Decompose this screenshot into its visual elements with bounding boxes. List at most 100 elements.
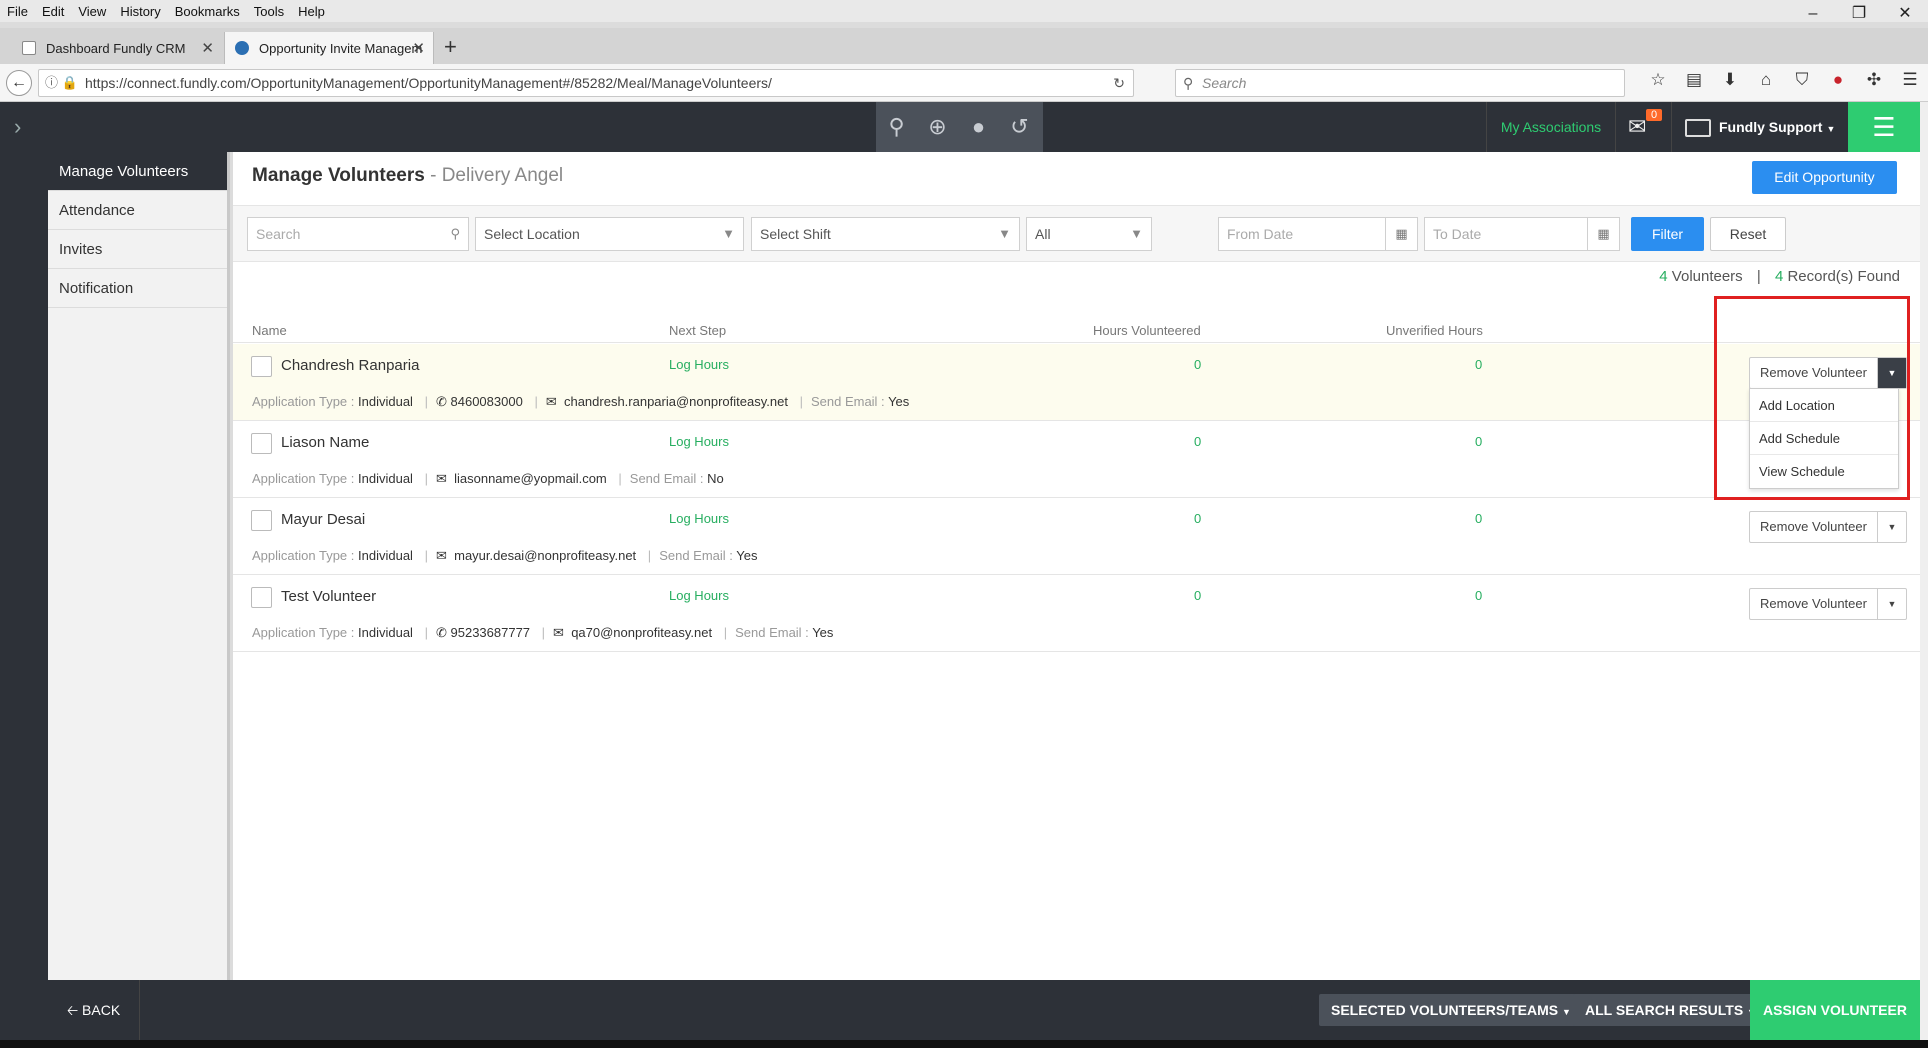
- search-icon: ⚲: [450, 226, 460, 241]
- log-hours-link[interactable]: Log Hours: [669, 588, 729, 603]
- app-type-label: Application Type :: [252, 394, 355, 409]
- calendar-icon[interactable]: ▦: [1385, 218, 1417, 250]
- remove-volunteer-button[interactable]: Remove Volunteer: [1750, 512, 1878, 542]
- pocket-icon[interactable]: ⛉: [1784, 70, 1820, 90]
- sidebar-item-attendance[interactable]: Attendance: [48, 191, 227, 230]
- my-associations-link[interactable]: My Associations: [1486, 102, 1616, 152]
- row-checkbox[interactable]: [251, 510, 272, 531]
- new-tab-icon[interactable]: +: [444, 34, 457, 60]
- assign-volunteer-button[interactable]: ASSIGN VOLUNTEER: [1750, 980, 1920, 1040]
- download-icon[interactable]: ⬇: [1712, 70, 1748, 90]
- menu-view[interactable]: View: [71, 4, 113, 19]
- sidebar-item-notification[interactable]: Notification: [48, 269, 227, 308]
- sidebar-item-manage-volunteers[interactable]: Manage Volunteers: [48, 152, 227, 191]
- shift-select[interactable]: Select Shift ▼: [751, 217, 1020, 251]
- globe-icon: [235, 41, 249, 55]
- meta-divider: |: [424, 394, 428, 409]
- unverified-hours[interactable]: 0: [1475, 357, 1482, 372]
- hours-volunteered[interactable]: 0: [1194, 434, 1201, 449]
- hours-volunteered[interactable]: 0: [1194, 511, 1201, 526]
- log-hours-link[interactable]: Log Hours: [669, 434, 729, 449]
- browser-search-input[interactable]: ⚲ Search: [1175, 69, 1625, 97]
- header-name: Name: [252, 323, 287, 338]
- menu-history[interactable]: History: [113, 4, 167, 19]
- row-checkbox[interactable]: [251, 356, 272, 377]
- filter-button[interactable]: Filter: [1631, 217, 1704, 251]
- menu-icon[interactable]: ☰: [1892, 70, 1928, 90]
- back-arrow-icon[interactable]: ←: [6, 70, 32, 96]
- volunteer-name[interactable]: Liason Name: [281, 434, 369, 451]
- hamburger-menu-icon[interactable]: ☰: [1848, 102, 1920, 152]
- menu-file[interactable]: File: [0, 4, 35, 19]
- menu-help[interactable]: Help: [291, 4, 332, 19]
- close-icon[interactable]: ✕: [201, 39, 214, 57]
- meta-divider: |: [424, 625, 428, 640]
- pinterest-icon[interactable]: ●: [1820, 70, 1856, 90]
- extension-icon[interactable]: ✣: [1856, 70, 1892, 90]
- close-icon[interactable]: ✕: [412, 39, 425, 57]
- reset-button[interactable]: Reset: [1710, 217, 1786, 251]
- user-menu[interactable]: Fundly Support ▼: [1685, 102, 1845, 152]
- search-input[interactable]: Search ⚲: [247, 217, 469, 251]
- page-title-text: Manage Volunteers: [252, 165, 425, 186]
- restore-button[interactable]: ❐: [1836, 0, 1882, 28]
- search-placeholder: Search: [256, 226, 301, 242]
- tab-opportunity[interactable]: Opportunity Invite Managem ✕: [224, 32, 434, 64]
- status-select[interactable]: All ▼: [1026, 217, 1152, 251]
- unverified-hours[interactable]: 0: [1475, 588, 1482, 603]
- star-icon[interactable]: ☆: [1640, 70, 1676, 90]
- location-select[interactable]: Select Location ▼: [475, 217, 744, 251]
- menu-edit[interactable]: Edit: [35, 4, 71, 19]
- history-icon[interactable]: ↺: [999, 102, 1040, 152]
- page-scrollbar[interactable]: [1920, 102, 1928, 1048]
- all-search-results-button[interactable]: ALL SEARCH RESULTS ▼: [1573, 994, 1768, 1026]
- unverified-hours[interactable]: 0: [1475, 434, 1482, 449]
- calendar-icon[interactable]: ▦: [1587, 218, 1619, 250]
- row-checkbox[interactable]: [251, 433, 272, 454]
- search-icon[interactable]: ⚲: [876, 102, 917, 152]
- sidebar-item-invites[interactable]: Invites: [48, 230, 227, 269]
- to-date-input[interactable]: To Date ▦: [1424, 217, 1620, 251]
- hours-volunteered[interactable]: 0: [1194, 588, 1201, 603]
- volunteer-name[interactable]: Test Volunteer: [281, 588, 376, 605]
- log-hours-link[interactable]: Log Hours: [669, 511, 729, 526]
- volunteer-name[interactable]: Mayur Desai: [281, 511, 365, 528]
- volunteers-count: 4: [1659, 268, 1668, 285]
- unverified-hours[interactable]: 0: [1475, 511, 1482, 526]
- menu-tools[interactable]: Tools: [247, 4, 291, 19]
- reader-icon[interactable]: ▤: [1676, 70, 1712, 90]
- page-header: Manage Volunteers - Delivery Angel Edit …: [233, 152, 1920, 206]
- results-summary: 4 Volunteers | 4 Record(s) Found: [1659, 268, 1900, 285]
- tab-dashboard[interactable]: Dashboard Fundly CRM ✕: [12, 32, 222, 64]
- chevron-right-icon[interactable]: ›: [14, 114, 21, 140]
- volunteer-name[interactable]: Chandresh Ranparia: [281, 357, 419, 374]
- caret-down-icon: ▼: [1826, 124, 1836, 134]
- header-next-step: Next Step: [669, 323, 727, 338]
- from-date-input[interactable]: From Date ▦: [1218, 217, 1418, 251]
- menu-bookmarks[interactable]: Bookmarks: [168, 4, 247, 19]
- selected-volunteers-button[interactable]: SELECTED VOLUNTEERS/TEAMS ▼: [1319, 994, 1583, 1026]
- mail-button[interactable]: ✉ 0: [1616, 102, 1672, 152]
- caret-down-icon[interactable]: ▼: [1878, 512, 1906, 542]
- remove-volunteer-split-button: Remove Volunteer ▼: [1749, 511, 1907, 543]
- hours-volunteered[interactable]: 0: [1194, 357, 1201, 372]
- envelope-icon: ✉: [553, 625, 564, 640]
- records-count: 4: [1774, 268, 1784, 285]
- row-checkbox[interactable]: [251, 587, 272, 608]
- back-button[interactable]: 🡠 BACK: [48, 980, 140, 1040]
- log-hours-link[interactable]: Log Hours: [669, 357, 729, 372]
- close-window-button[interactable]: ✕: [1882, 0, 1928, 28]
- reload-icon[interactable]: ↻: [1113, 70, 1125, 96]
- home-icon[interactable]: ⌂: [1748, 70, 1784, 90]
- caret-down-icon[interactable]: ▼: [1878, 589, 1906, 619]
- remove-volunteer-button[interactable]: Remove Volunteer: [1750, 589, 1878, 619]
- user-icon[interactable]: ●: [958, 102, 999, 152]
- meta-divider: |: [618, 471, 622, 486]
- app-type-value: Individual: [358, 471, 413, 486]
- url-bar[interactable]: ⓘ 🔒 https://connect.fundly.com/Opportuni…: [38, 69, 1134, 97]
- add-circle-icon[interactable]: ⊕: [917, 102, 958, 152]
- app-type-label: Application Type :: [252, 548, 355, 563]
- minimize-button[interactable]: –: [1790, 0, 1836, 28]
- main-content: Manage Volunteers - Delivery Angel Edit …: [233, 152, 1920, 980]
- edit-opportunity-button[interactable]: Edit Opportunity: [1752, 161, 1897, 194]
